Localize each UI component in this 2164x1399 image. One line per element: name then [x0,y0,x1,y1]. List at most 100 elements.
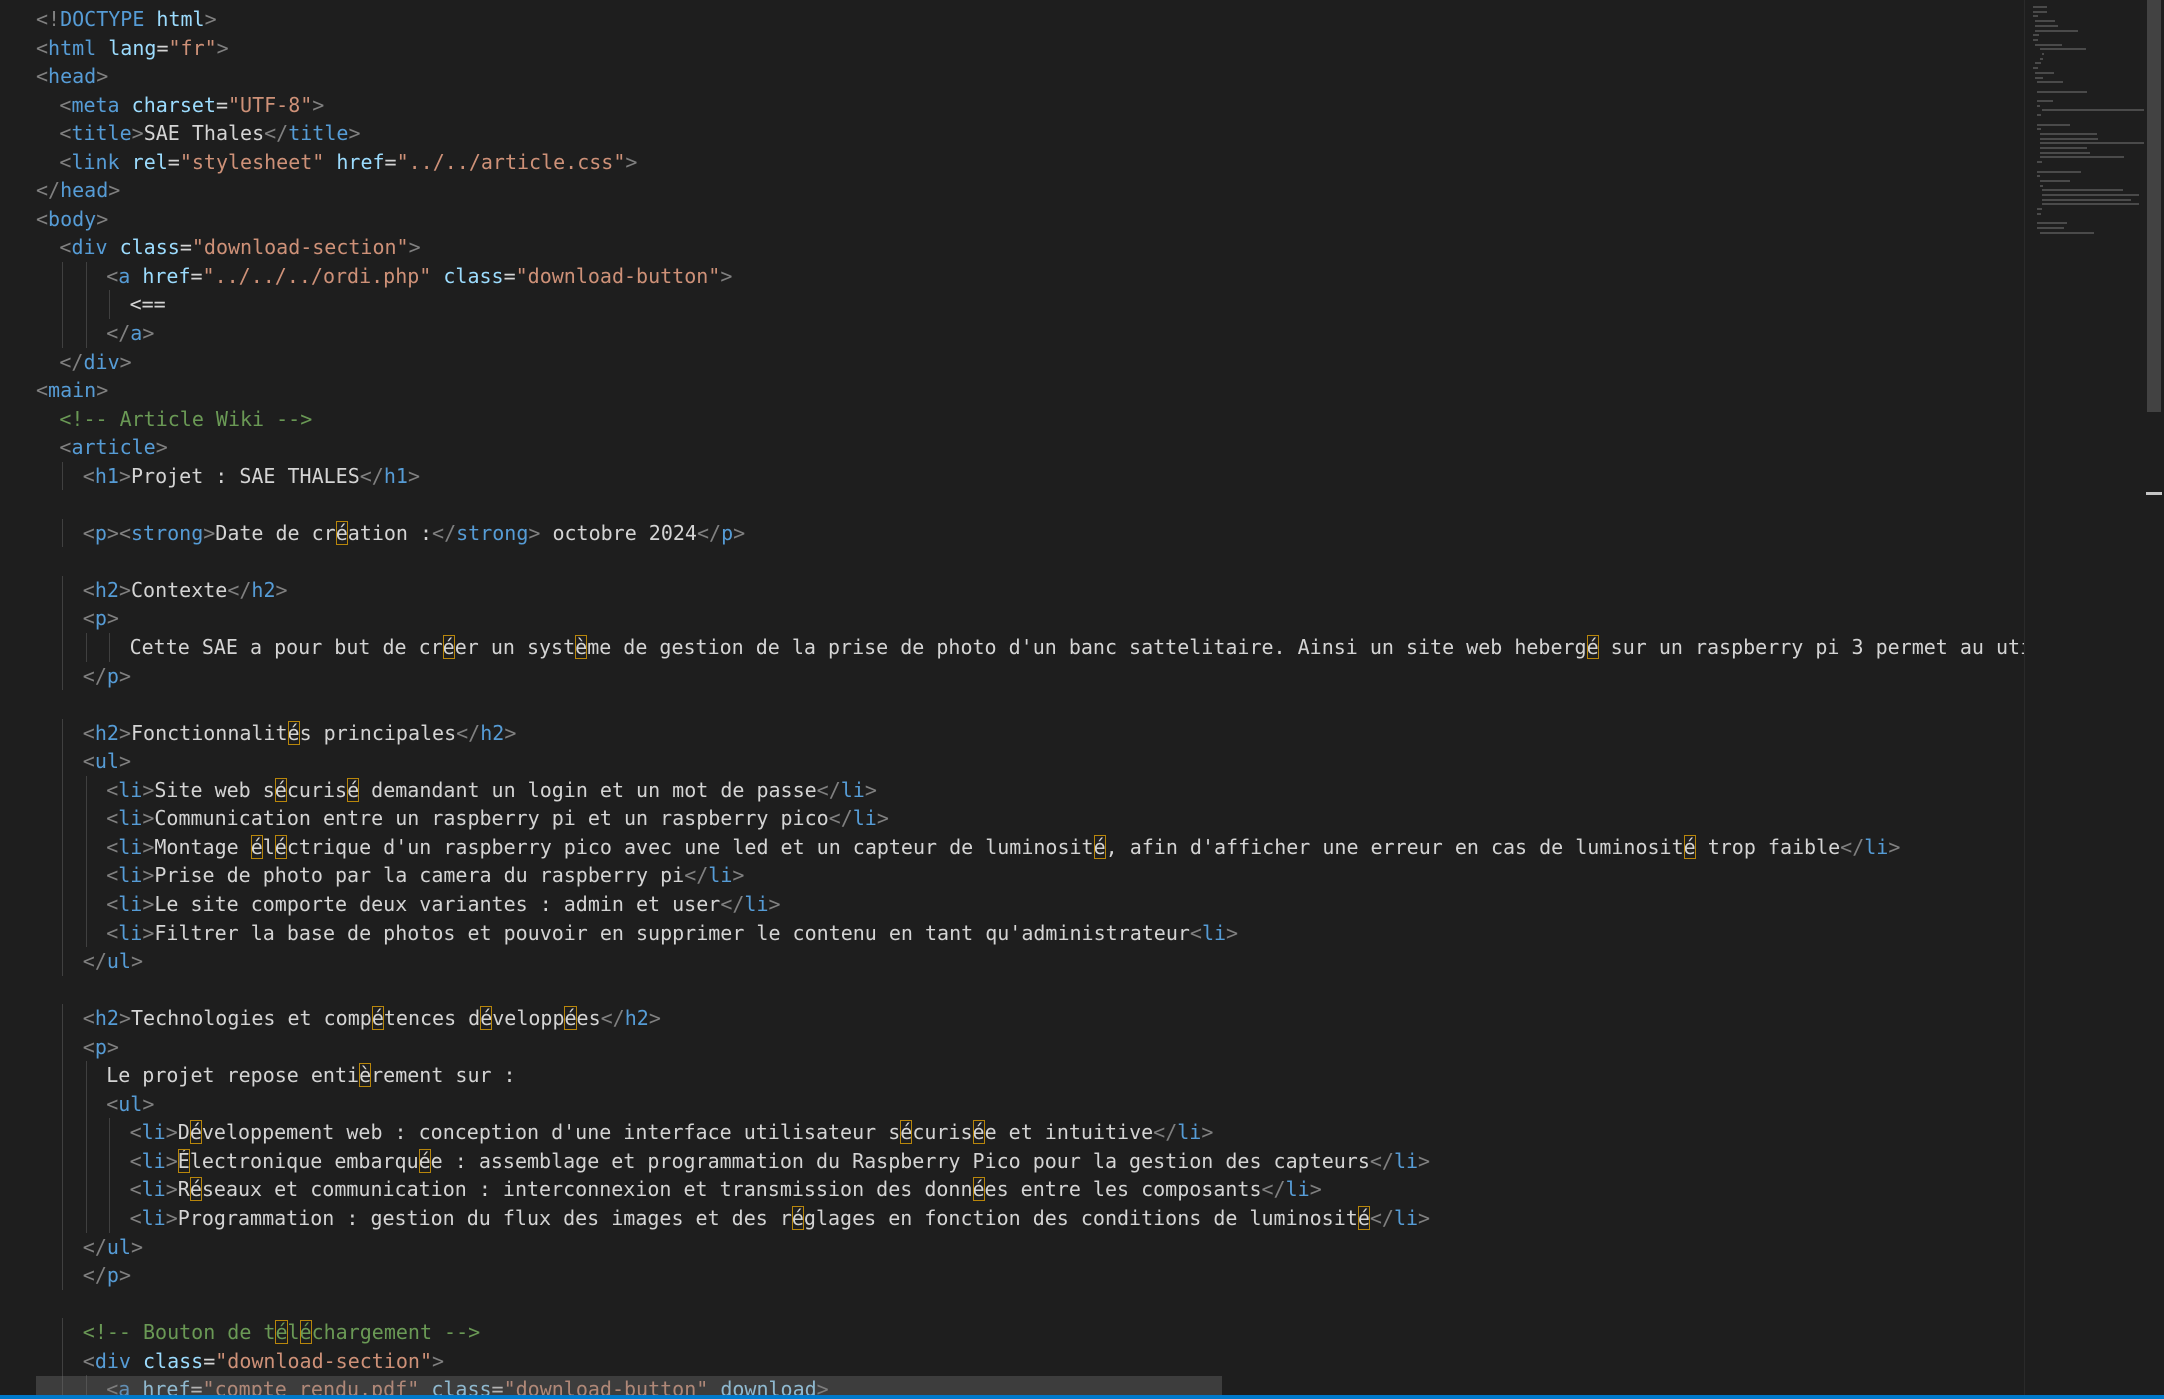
code-line[interactable]: <body> [36,205,2024,234]
code-token: rement sur : [371,1063,516,1088]
code-token: R [177,1177,190,1202]
code-line[interactable]: <!DOCTYPE html> [36,5,2024,34]
code-line[interactable]: <li>Programmation : gestion du flux des … [36,1203,2024,1233]
minimap-line [2041,194,2139,196]
minimap-line [2035,43,2063,46]
code-token: > [106,520,119,545]
code-editor[interactable]: <!DOCTYPE html> <html lang="fr"> <head> <me… [0,0,2024,1396]
code-line[interactable]: <title>SAE Thales</title> [36,119,2024,148]
code-line[interactable] [36,690,2024,719]
indent-guide [62,832,64,862]
code-line[interactable] [36,490,2024,519]
code-line[interactable]: <li>Électronique embarquée : assemblage … [36,1146,2024,1176]
code-line[interactable]: <li>Prise de photo par la camera du rasp… [36,861,2024,890]
unicode-highlight-char: é [791,1205,804,1230]
code-line[interactable]: <ul> [36,747,2024,776]
code-line[interactable]: <p><strong>Date de création :</strong> o… [36,518,2024,548]
unicode-highlight-char: é [299,1320,312,1345]
code-line[interactable]: <p> [36,604,2024,634]
minimap-line [2037,123,2070,126]
code-token: li [141,1148,166,1173]
code-line[interactable]: </head> [36,176,2024,205]
code-token: > [142,920,155,945]
code-line[interactable]: <main> [36,376,2024,405]
code-line[interactable]: </ul> [36,1232,2024,1262]
code-token: < [82,1034,95,1059]
code-lines[interactable]: <!DOCTYPE html> <html lang="fr"> <head> <me… [36,5,2024,1396]
code-token: > [165,1148,178,1173]
code-token: h2 [251,577,276,602]
code-line[interactable]: <html lang="fr"> [36,34,2024,63]
code-line[interactable]: <== [36,290,2024,320]
code-line[interactable]: <div class="download-section"> [36,1346,2024,1376]
code-token: <! [36,7,61,31]
code-line[interactable]: <head> [36,62,2024,91]
code-line[interactable] [36,547,2024,576]
code-content: <li>Site web sécurisé demandant un login… [106,777,877,802]
indent-guide [85,1203,87,1233]
code-line[interactable]: <link rel="stylesheet" href="../../artic… [36,148,2024,177]
unicode-highlight-char: é [1586,635,1599,660]
code-line[interactable]: <meta charset="UTF-8"> [36,91,2024,120]
code-line[interactable] [36,1290,2024,1319]
indent-guide [62,861,64,890]
code-line[interactable]: </p> [36,661,2024,691]
code-line[interactable] [36,976,2024,1005]
indent-guide [109,1203,111,1233]
vertical-scrollbar[interactable] [2144,0,2164,1396]
code-line[interactable]: <!-- Article Wiki --> [36,405,2024,434]
minimap-line [2039,231,2094,234]
code-content: </head> [36,178,120,202]
code-token: es [576,1006,601,1031]
code-line[interactable]: <li>Développement web : conception d'une… [36,1118,2024,1147]
code-line[interactable]: Le projet repose entièrement sur : [36,1061,2024,1090]
code-line[interactable]: <li>Réseaux et communication : interconn… [36,1175,2024,1204]
code-line[interactable]: <!-- Bouton de téléchargement --> [36,1318,2024,1347]
code-line[interactable]: <h2>Fonctionnalités principales</h2> [36,718,2024,748]
code-line[interactable]: <h2>Technologies et compétences développ… [36,1004,2024,1033]
code-token: href [130,263,191,288]
code-token: > [1418,1148,1431,1173]
code-line[interactable]: </div> [36,348,2024,377]
code-content: <h2>Contexte</h2> [83,578,288,602]
code-content: <!DOCTYPE html> [36,7,217,31]
code-token: > [155,435,168,460]
code-line[interactable]: Cette SAE a pour but de créer un système… [36,633,2024,662]
code-line[interactable]: </p> [36,1261,2024,1290]
code-line[interactable]: <li>Filtrer la base de photos et pouvoir… [36,918,2024,948]
code-line[interactable]: <p> [36,1032,2024,1062]
code-line[interactable]: <a href="../../../ordi.php" class="downl… [36,261,2024,291]
code-token: e : assemblage et programmation du Raspb… [430,1148,1370,1173]
indent-guide [85,1146,87,1176]
code-line[interactable]: <li>Site web sécurisé demandant un login… [36,775,2024,805]
code-token: li [708,863,733,888]
code-line[interactable]: <div class="download-section"> [36,233,2024,262]
code-line[interactable]: <li>Communication entre un raspberry pi … [36,804,2024,833]
code-token: l [287,1320,300,1345]
horizontal-scrollbar[interactable] [36,1376,1222,1396]
minimap-line [2033,15,2039,18]
code-line[interactable]: </a> [36,319,2024,348]
code-token: > [131,121,144,146]
code-token: h2 [624,1006,649,1031]
code-line[interactable]: <li>Le site comporte deux variantes : ad… [36,889,2024,919]
code-token: </ [264,121,289,146]
code-token: > [1888,834,1901,859]
minimap-line [2039,184,2044,187]
code-token: Date de cr [215,520,336,545]
code-line[interactable]: </ul> [36,947,2024,976]
code-token: er un syst [454,635,576,660]
code-token: > [648,1006,661,1031]
code-line[interactable]: <article> [36,433,2024,462]
code-line[interactable]: <h2>Contexte</h2> [36,575,2024,605]
scrollbar-thumb[interactable] [2147,0,2161,412]
minimap[interactable] [2024,0,2146,1396]
code-line[interactable]: <li>Montage éléctrique d'un raspberry pi… [36,832,2024,862]
code-line[interactable]: <h1>Projet : SAE THALES</h1> [36,461,2024,491]
code-token: Fonctionnalit [130,720,288,745]
indent-guide [62,1118,64,1147]
code-token: > [165,1205,178,1230]
code-token: p [94,1034,107,1059]
code-line[interactable]: <ul> [36,1089,2024,1119]
code-token: > [96,378,109,403]
